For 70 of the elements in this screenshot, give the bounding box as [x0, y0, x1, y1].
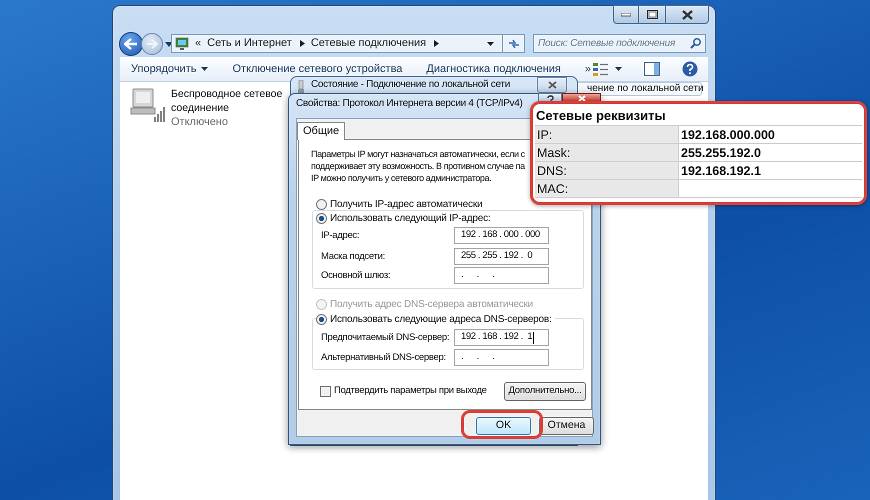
toolbar-button[interactable]: Упорядочить [131, 60, 208, 78]
search-field[interactable]: Поиск: Сетевые подключения [533, 34, 706, 53]
ip-address-field[interactable]: . . . [454, 267, 549, 284]
minimize-icon [621, 12, 631, 16]
dropdown-arrow-icon[interactable] [615, 67, 622, 71]
window-title: Состояние - Подключение по локальной сети [311, 79, 510, 91]
ip-address-field[interactable]: 192 . 168 . 192 . 1 [454, 329, 549, 346]
breadcrumb-arrow-icon[interactable] [434, 40, 440, 47]
help-icon[interactable] [682, 61, 698, 77]
address-bar[interactable]: « Сеть и Интернет Сетевые подключения [171, 34, 525, 53]
toolbar-button[interactable]: Диагностика подключения [426, 60, 561, 78]
ip-address-field[interactable]: . . . [454, 349, 549, 366]
close-button[interactable] [537, 77, 567, 93]
refresh-arrows-icon [508, 38, 520, 48]
back-button[interactable] [119, 32, 143, 56]
dialog-button[interactable]: OK [476, 417, 531, 435]
ip-address-field[interactable]: 192 . 168 . 000 . 000 [454, 227, 549, 244]
connection-name[interactable]: Беспроводное сетевое соединение [171, 87, 283, 115]
maximize-button[interactable] [639, 5, 665, 24]
preview-pane-icon[interactable] [644, 62, 660, 76]
maximize-icon [646, 10, 658, 19]
dialog-tab[interactable]: Общие [297, 122, 346, 140]
dropdown-arrow-icon [201, 67, 208, 71]
field-label: Основной шлюз: [321, 269, 390, 283]
radio-button-icon[interactable] [316, 314, 327, 325]
confirm-checkbox[interactable]: Подтвердить параметры при выходе [320, 384, 487, 398]
dialog-title: Свойства: Протокол Интернета версии 4 (TCP/IPv4) [296, 98, 523, 110]
radio-option[interactable]: Использовать следующие адреса DNS-серверов: [316, 312, 555, 327]
table-cell: 255.255.192.0 [679, 144, 862, 162]
breadcrumb-item[interactable]: Сеть и Интернет [207, 35, 292, 52]
minimize-button[interactable] [613, 5, 639, 24]
close-button[interactable] [562, 93, 601, 101]
table-cell: IP: [535, 126, 679, 144]
description-line: IP можно получить у сетевого администратора. [311, 172, 492, 184]
dropdown-arrow-icon[interactable] [487, 42, 494, 46]
description-line: Параметры IP могут назначаться автоматически, если с [311, 148, 525, 160]
field-label: IP-адрес: [321, 229, 360, 243]
ip-address-field[interactable]: 255 . 255 . 192 . 0 [454, 248, 549, 265]
checkbox-icon[interactable] [320, 386, 331, 397]
dialog-button[interactable]: Отмена [539, 417, 594, 435]
network-computer-icon[interactable] [130, 87, 166, 123]
advanced-button[interactable]: Дополнительно... [504, 382, 586, 401]
breadcrumb-arrow-icon[interactable] [300, 40, 305, 47]
table-cell: 192.168.192.1 [679, 162, 862, 180]
toolbar-button[interactable]: Отключение сетевого устройства [232, 60, 402, 78]
field-label: Альтернативный DNS-сервер: [321, 351, 446, 365]
view-options-icon[interactable] [593, 62, 609, 76]
table-cell: 192.168.000.000 [679, 126, 862, 144]
table-cell: Mask: [535, 144, 679, 162]
close-button[interactable] [665, 5, 709, 24]
network-adapter-icon [296, 80, 306, 94]
radio-option[interactable]: Получить IP-адрес автоматически [316, 197, 482, 212]
search-icon [690, 38, 701, 49]
radio-button-icon[interactable] [316, 213, 327, 224]
table-cell: MAC: [535, 180, 679, 198]
table-cell: DNS: [535, 162, 679, 180]
breadcrumb-item[interactable]: Сетевые подключения [310, 35, 426, 52]
help-button[interactable] [538, 93, 562, 101]
close-icon [548, 81, 556, 89]
radio-button-icon[interactable] [316, 199, 327, 210]
connection-status: Отключено [171, 115, 229, 129]
close-icon [682, 10, 692, 20]
field-label: Маска подсети: [321, 250, 385, 264]
forward-arrow-icon [146, 39, 158, 49]
field-label: Предпочитаемый DNS-сервер: [321, 331, 450, 345]
toolbar-button[interactable]: » [584, 60, 591, 78]
description-line: поддерживает эту возможность. В противном случае па [311, 160, 525, 172]
back-arrow-icon [124, 38, 138, 50]
breadcrumb-overflow[interactable]: « [195, 35, 202, 52]
card-title: Сетевые реквизиты [535, 107, 667, 125]
